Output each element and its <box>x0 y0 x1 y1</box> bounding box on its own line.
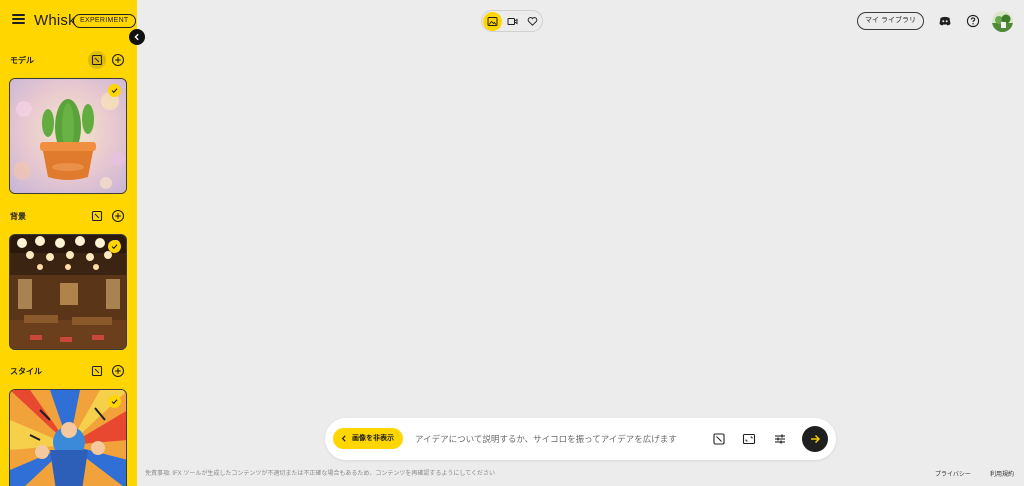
section-header-style: スタイル <box>0 361 137 381</box>
hide-images-label: 画像を非表示 <box>352 435 394 442</box>
restaurant-image <box>10 235 126 349</box>
aspect-ratio-icon <box>742 433 756 445</box>
settings-button[interactable] <box>773 432 787 446</box>
section-title-model: モデル <box>10 56 34 65</box>
favorites-button[interactable] <box>523 12 542 31</box>
prompt-bar: 画像を非表示 <box>325 418 836 460</box>
selected-check-icon <box>108 395 121 408</box>
background-image-card[interactable] <box>9 234 127 350</box>
my-library-button[interactable]: マイ ライブラリ <box>857 12 924 30</box>
chevron-left-icon <box>341 435 346 442</box>
collapse-sidebar-button[interactable] <box>129 29 145 45</box>
image-generate-icon <box>487 17 498 26</box>
selected-check-icon <box>108 84 121 97</box>
avatar[interactable] <box>992 11 1013 32</box>
terms-link[interactable]: 利用規約 <box>990 469 1014 478</box>
chevron-left-icon <box>134 33 139 41</box>
aspect-ratio-button[interactable] <box>742 432 756 446</box>
add-circle-icon[interactable] <box>111 53 125 67</box>
app-title: Whisk <box>34 12 76 29</box>
avatar-image <box>992 11 1013 32</box>
mode-toggle <box>481 10 543 32</box>
heart-icon <box>527 17 538 26</box>
random-prompt-button[interactable] <box>712 432 726 446</box>
hide-images-button[interactable]: 画像を非表示 <box>333 428 403 449</box>
help-button[interactable] <box>966 14 980 28</box>
menu-icon[interactable] <box>12 14 25 24</box>
image-mode-button[interactable] <box>483 12 502 31</box>
disclaimer-text: 免責事項: IFX ツールが生成したコンテンツが不適切または不正確な場合もあるた… <box>145 471 495 477</box>
dice-icon <box>713 433 725 445</box>
section-header-background: 背景 <box>0 206 137 226</box>
cactus-image <box>10 79 126 193</box>
sliders-icon <box>775 434 785 444</box>
style-image-card[interactable] <box>9 389 127 486</box>
section-title-style: スタイル <box>10 367 42 376</box>
dice-icon[interactable] <box>90 209 104 223</box>
video-icon <box>507 18 518 25</box>
dice-icon[interactable] <box>88 51 106 69</box>
help-icon <box>966 14 980 28</box>
arrow-right-icon <box>811 435 820 443</box>
privacy-link[interactable]: プライバシー <box>935 469 971 478</box>
discord-icon <box>939 16 951 26</box>
section-header-model: モデル <box>0 50 137 70</box>
model-image-card[interactable] <box>9 78 127 194</box>
dice-icon[interactable] <box>90 364 104 378</box>
prompt-input[interactable] <box>415 430 695 448</box>
sidebar: Whisk EXPERIMENT モデル 背景 スタイル <box>0 0 137 486</box>
experiment-badge: EXPERIMENT <box>73 14 136 28</box>
section-title-background: 背景 <box>10 212 26 221</box>
selected-check-icon <box>108 240 121 253</box>
submit-button[interactable] <box>802 426 828 452</box>
sidebar-header: Whisk EXPERIMENT <box>0 0 137 42</box>
video-mode-button[interactable] <box>503 12 522 31</box>
discord-button[interactable] <box>938 14 952 28</box>
add-circle-icon[interactable] <box>111 364 125 378</box>
add-circle-icon[interactable] <box>111 209 125 223</box>
